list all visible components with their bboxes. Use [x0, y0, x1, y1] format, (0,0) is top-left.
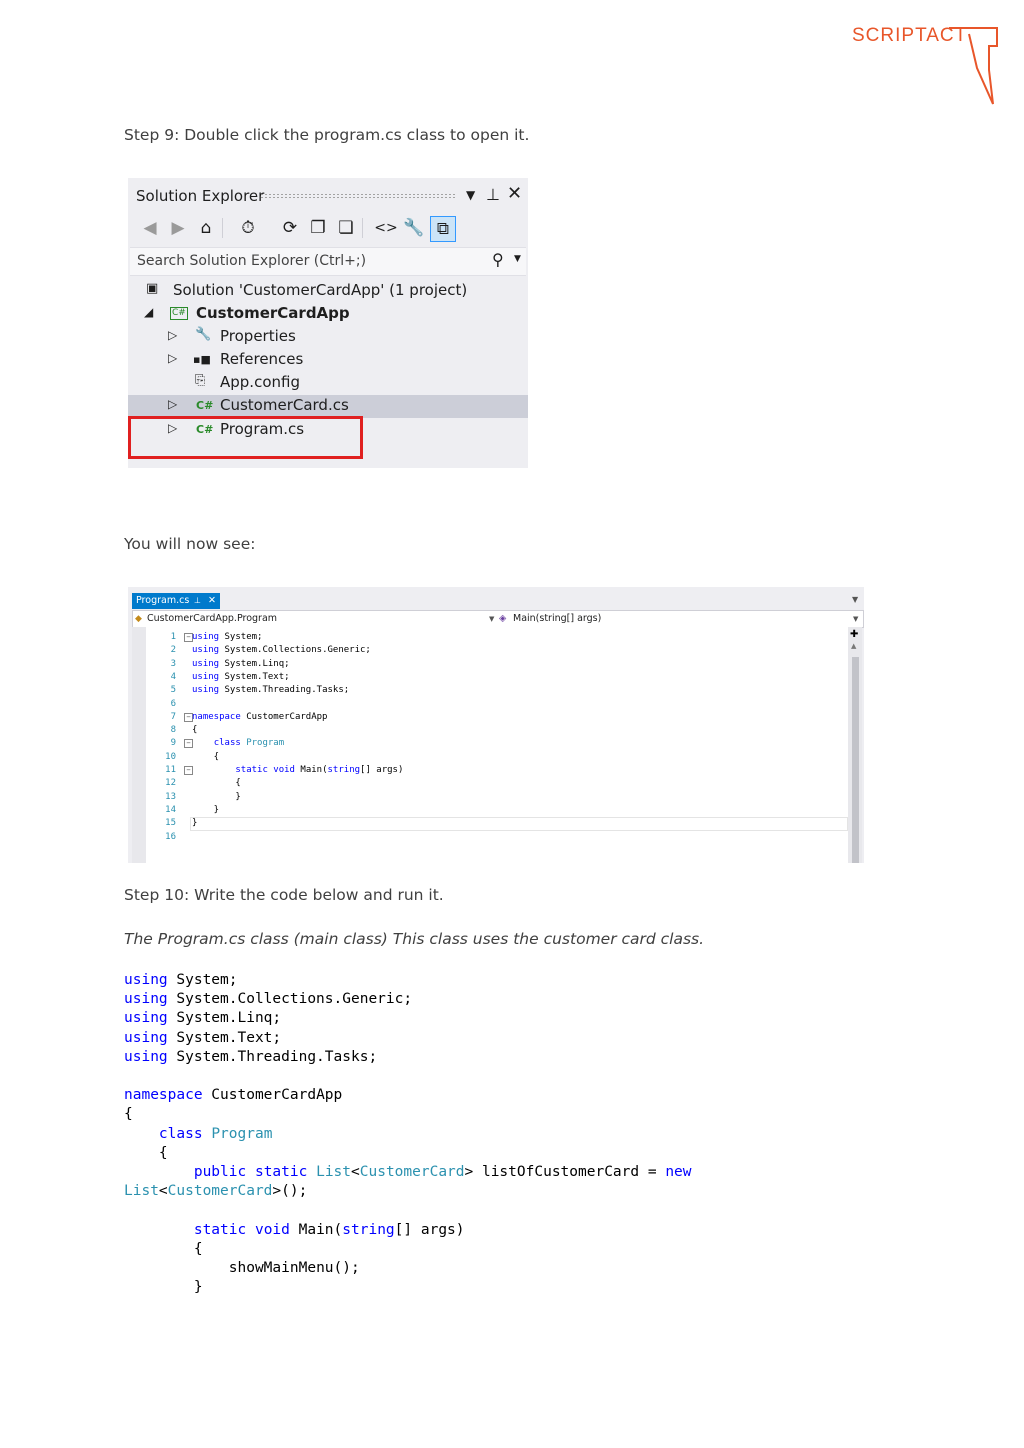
forward-icon[interactable]: ▶ [166, 216, 190, 240]
chevron-down-icon[interactable]: ▼ [853, 611, 858, 627]
line-number: 2 [170, 645, 176, 656]
navigation-bar: ◆ CustomerCardApp.Program ▼ ◈ Main(strin… [132, 610, 864, 628]
line-number: 15 [165, 818, 176, 829]
code-text: using System.Linq; [192, 658, 290, 669]
solution-icon: ▣ [146, 281, 159, 296]
line-number: 9 [170, 738, 176, 749]
code-text: using System.Text; [192, 671, 290, 682]
code-editor-screenshot: Program.cs ⊥ ✕ ▼ ◆ CustomerCardApp.Progr… [128, 587, 864, 863]
line-number: 1 [170, 632, 176, 642]
line-number: 3 [170, 658, 176, 669]
preview-icon[interactable]: ⧉ [430, 216, 456, 242]
code-text: } [192, 791, 241, 802]
tree-item-customercard[interactable]: ▷ C# CustomerCard.cs [128, 395, 528, 418]
code-text: using System; [192, 632, 263, 642]
tree-item-label: Solution 'CustomerCardApp' (1 project) [173, 281, 468, 299]
step10-text: Step 10: Write the code below and run it… [124, 886, 444, 904]
tree-item-label: CustomerCard.cs [220, 396, 349, 414]
tab-label: Program.cs [136, 595, 190, 606]
class-icon: ◆ [135, 614, 142, 624]
current-line-highlight [190, 817, 848, 831]
line-number: 16 [165, 831, 176, 842]
code-block: using System; using System.Collections.G… [124, 972, 692, 1296]
search-icon[interactable]: ⚲ [492, 250, 504, 269]
pin-icon[interactable]: ⊥ [194, 593, 201, 609]
code-text: using System.Threading.Tasks; [192, 685, 350, 696]
scroll-thumb[interactable] [852, 657, 859, 863]
logo-mark-icon [949, 27, 998, 105]
tree-item-project[interactable]: ◢ C# CustomerCardApp [128, 303, 528, 326]
expanded-arrow-icon[interactable]: ◢ [144, 305, 153, 319]
history-icon[interactable]: ⏱ [236, 216, 260, 240]
code-text: class Program [213, 738, 285, 749]
tree-item-properties[interactable]: ▷ 🔧 Properties [128, 326, 528, 349]
code-text: } [192, 804, 220, 815]
nav-type-dropdown[interactable]: CustomerCardApp.Program [147, 611, 277, 627]
code-text: { [192, 725, 198, 736]
line-number: 11 [165, 765, 176, 775]
wrench-icon: 🔧 [195, 327, 212, 342]
home-icon[interactable]: ⌂ [194, 216, 218, 240]
line-number: 4 [170, 671, 176, 682]
indicator-margin [132, 627, 146, 863]
collapsed-arrow-icon[interactable]: ▷ [168, 351, 177, 365]
csharp-project-icon: C# [170, 307, 188, 320]
close-icon[interactable]: ✕ [507, 183, 522, 204]
tree-item-references[interactable]: ▷ ▪■ References [128, 349, 528, 372]
nav-member-dropdown[interactable]: Main(string[] args) [513, 611, 601, 627]
highlight-box [128, 416, 363, 459]
solution-search-box[interactable]: Search Solution Explorer (Ctrl+;) ⚲ ▼ [130, 247, 526, 276]
line-number: 13 [165, 791, 176, 802]
show-all-files-icon[interactable]: ❏ [334, 216, 358, 240]
search-options-icon[interactable]: ▼ [514, 254, 521, 264]
code-text: static void Main(string[] args) [235, 765, 404, 775]
line-number: 14 [165, 804, 176, 815]
collapsed-arrow-icon[interactable]: ▷ [168, 328, 177, 342]
tab-program-cs[interactable]: Program.cs ⊥ ✕ [132, 593, 220, 609]
scroll-up-icon[interactable]: ▲ [851, 642, 856, 650]
search-placeholder: Search Solution Explorer (Ctrl+;) [137, 253, 367, 269]
sync-icon[interactable]: ⟳ [278, 216, 302, 240]
now-see-text: You will now see: [124, 535, 256, 553]
line-number: 5 [170, 685, 176, 696]
line-number: 8 [170, 725, 176, 736]
code-text: { [192, 778, 241, 789]
tree-item-label: App.config [220, 373, 300, 391]
code-text: using System.Collections.Generic; [192, 645, 371, 656]
line-number: 10 [165, 751, 176, 762]
line-number: 6 [170, 698, 176, 709]
tree-item-label: CustomerCardApp [196, 304, 350, 322]
tree-item-label: References [220, 350, 304, 368]
properties-icon[interactable]: 🔧 [402, 216, 426, 240]
back-icon[interactable]: ◀ [138, 216, 162, 240]
tree-item-label: Properties [220, 327, 296, 345]
collapse-all-icon[interactable]: ❐ [306, 216, 330, 240]
code-text: namespace CustomerCardApp [192, 711, 328, 722]
scriptact-logo: SCRIPTACT [852, 24, 1002, 108]
code-text: { [192, 751, 220, 762]
vertical-scrollbar[interactable]: ✚ ▲ [848, 627, 862, 863]
panel-grip [260, 193, 456, 199]
config-icon: ⎘ [195, 373, 206, 388]
code-area[interactable]: 1− using System; 2 using System.Collections… [132, 627, 848, 863]
method-icon: ◈ [499, 613, 507, 624]
tree-item-appconfig[interactable]: ⎘ App.config [128, 372, 528, 395]
collapsed-arrow-icon[interactable]: ▷ [168, 397, 177, 411]
tree-item-solution[interactable]: ▣ Solution 'CustomerCardApp' (1 project) [128, 280, 528, 303]
code-text: } [192, 818, 198, 829]
view-code-icon[interactable]: <> [374, 216, 398, 240]
solution-explorer-title: Solution Explorer [136, 187, 265, 205]
pin-icon[interactable]: ⊥ [486, 185, 500, 204]
csharp-file-icon: C# [196, 399, 214, 412]
tab-dropdown-icon[interactable]: ▼ [852, 595, 858, 604]
close-tab-icon[interactable]: ✕ [208, 593, 216, 609]
line-number: 7 [170, 711, 176, 722]
references-icon: ▪■ [193, 353, 211, 366]
step9-text: Step 9: Double click the program.cs clas… [124, 126, 530, 144]
split-icon[interactable]: ✚ [850, 629, 858, 640]
dropdown-icon[interactable]: ▼ [466, 188, 475, 202]
chevron-down-icon[interactable]: ▼ [489, 611, 494, 627]
caption-text: The Program.cs class (main class) This c… [124, 930, 705, 948]
line-number: 12 [165, 778, 176, 789]
